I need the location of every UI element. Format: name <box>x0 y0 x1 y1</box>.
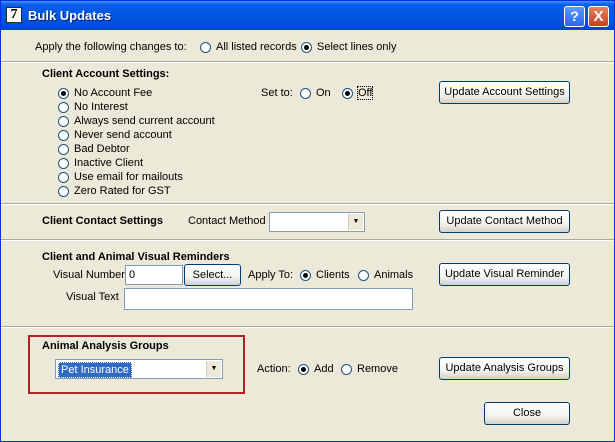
visual-number-input[interactable]: 0 <box>125 265 183 285</box>
account-option-label[interactable]: Bad Debtor <box>74 143 130 155</box>
account-option-radio[interactable] <box>58 88 69 99</box>
update-visual-reminder-button[interactable]: Update Visual Reminder <box>439 263 570 286</box>
bulk-updates-dialog: 7 Bulk Updates ? X Apply the following c… <box>0 0 615 442</box>
apply-all-radio[interactable] <box>200 42 211 53</box>
visual-text-input[interactable] <box>124 288 413 310</box>
account-option-label[interactable]: Always send current account <box>74 115 215 127</box>
apply-clients-label[interactable]: Clients <box>316 269 350 281</box>
set-to-label: Set to: <box>261 87 293 99</box>
update-contact-method-button[interactable]: Update Contact Method <box>439 210 570 233</box>
set-off-radio[interactable] <box>342 88 353 99</box>
contact-heading: Client Contact Settings <box>42 215 164 227</box>
window-title: Bulk Updates <box>28 8 112 23</box>
analysis-group-value: Pet Insurance <box>58 362 132 378</box>
action-add-radio[interactable] <box>298 364 309 375</box>
set-off-label[interactable]: Off <box>356 86 374 100</box>
chevron-down-icon[interactable]: ▼ <box>206 361 221 377</box>
account-option-label[interactable]: No Interest <box>74 101 128 113</box>
reminders-heading: Client and Animal Visual Reminders <box>42 251 230 263</box>
account-option-radio[interactable] <box>58 172 69 183</box>
update-account-settings-button[interactable]: Update Account Settings <box>439 81 570 104</box>
help-button[interactable]: ? <box>564 6 585 27</box>
title-bar[interactable]: 7 Bulk Updates ? X <box>1 1 614 30</box>
close-window-button[interactable]: X <box>588 6 609 27</box>
update-analysis-groups-button[interactable]: Update Analysis Groups <box>439 357 570 380</box>
close-icon: X <box>593 8 604 25</box>
account-option-label[interactable]: Never send account <box>74 129 172 141</box>
visual-number-label: Visual Number <box>53 269 125 281</box>
apply-selected-label[interactable]: Select lines only <box>317 41 397 53</box>
account-option-label[interactable]: Zero Rated for GST <box>74 185 171 197</box>
action-remove-radio[interactable] <box>341 364 352 375</box>
help-icon: ? <box>570 8 579 24</box>
apply-label: Apply the following changes to: <box>35 41 187 53</box>
account-option-radio[interactable] <box>58 158 69 169</box>
apply-to-label: Apply To: <box>248 269 294 281</box>
account-heading: Client Account Settings: <box>42 68 170 80</box>
separator <box>1 326 614 328</box>
contact-method-label: Contact Method <box>188 215 266 227</box>
set-on-radio[interactable] <box>300 88 311 99</box>
account-option-label[interactable]: No Account Fee <box>74 87 152 99</box>
apply-clients-radio[interactable] <box>300 270 311 281</box>
chevron-down-icon[interactable]: ▼ <box>348 214 363 230</box>
visual-text-label: Visual Text <box>66 291 119 303</box>
account-option-radio[interactable] <box>58 186 69 197</box>
apply-animals-radio[interactable] <box>358 270 369 281</box>
apply-all-label[interactable]: All listed records <box>216 41 297 53</box>
contact-method-dropdown[interactable]: ▼ <box>269 212 365 232</box>
action-add-label[interactable]: Add <box>314 363 334 375</box>
separator <box>1 61 614 63</box>
account-option-radio[interactable] <box>58 130 69 141</box>
account-option-radio[interactable] <box>58 102 69 113</box>
action-label: Action: <box>257 363 291 375</box>
separator <box>1 203 614 205</box>
analysis-heading: Animal Analysis Groups <box>42 340 169 352</box>
account-option-label[interactable]: Inactive Client <box>74 157 143 169</box>
apply-selected-radio[interactable] <box>301 42 312 53</box>
apply-animals-label[interactable]: Animals <box>374 269 413 281</box>
separator <box>1 239 614 241</box>
app-icon: 7 <box>6 7 22 23</box>
account-option-radio[interactable] <box>58 144 69 155</box>
account-option-radio[interactable] <box>58 116 69 127</box>
account-option-label[interactable]: Use email for mailouts <box>74 171 183 183</box>
close-button[interactable]: Close <box>484 402 570 425</box>
analysis-group-dropdown[interactable]: Pet Insurance ▼ <box>55 359 223 379</box>
contact-method-value <box>272 215 276 229</box>
action-remove-label[interactable]: Remove <box>357 363 398 375</box>
set-on-label[interactable]: On <box>316 87 331 99</box>
select-visual-button[interactable]: Select... <box>184 264 241 286</box>
